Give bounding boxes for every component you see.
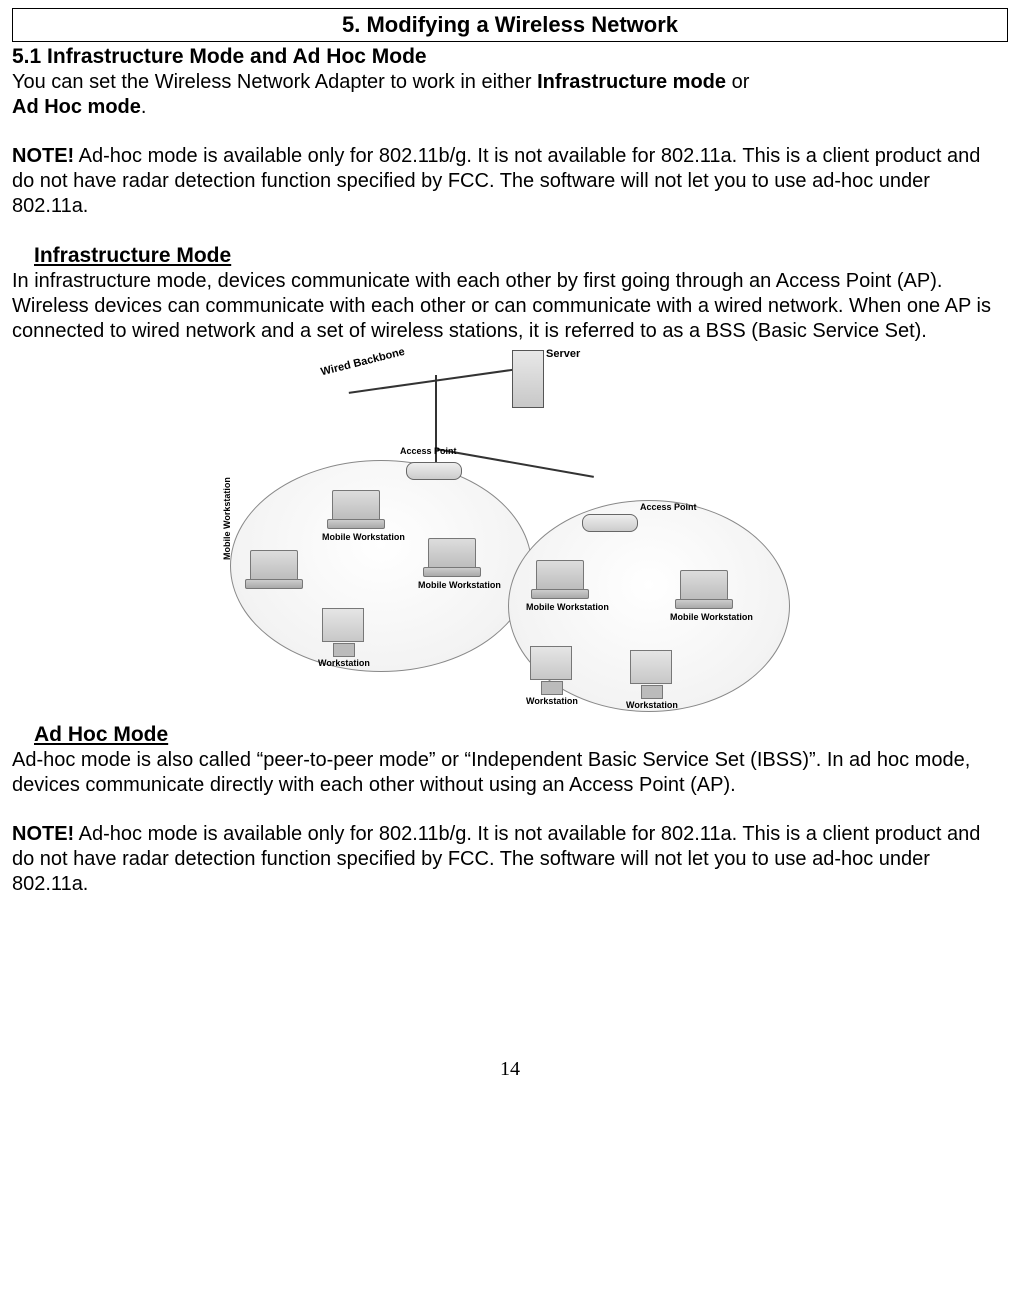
server-node: Server <box>512 350 544 408</box>
adhoc-title-row: Ad Hoc Mode <box>34 722 1008 748</box>
label-ws-1: Workstation <box>318 658 370 669</box>
note-body-2: Ad-hoc mode is available only for 802.11… <box>12 823 980 895</box>
mobile-ws-2: Mobile Workstation <box>250 550 298 582</box>
laptop-icon <box>332 490 380 522</box>
desktop-icon <box>530 646 572 680</box>
infra-title-row: Infrastructure Mode <box>34 243 1008 269</box>
intro-bold-adhoc: Ad Hoc mode <box>12 96 141 118</box>
label-mobile-ws-2: Mobile Workstation <box>222 477 233 560</box>
infrastructure-mode-title: Infrastructure Mode <box>34 244 231 267</box>
ws-2: Workstation <box>530 646 572 680</box>
mobile-ws-3: Mobile Workstation <box>428 538 476 570</box>
laptop-icon <box>250 550 298 582</box>
section-5-1-heading: 5.1 Infrastructure Mode and Ad Hoc Mode <box>12 44 1008 70</box>
note-paragraph-1: NOTE! Ad-hoc mode is available only for … <box>12 144 1008 219</box>
intro-text-c: or <box>726 71 749 93</box>
label-server: Server <box>546 348 580 362</box>
note-body-1: Ad-hoc mode is available only for 802.11… <box>12 145 980 217</box>
label-mobile-ws-3: Mobile Workstation <box>418 580 501 591</box>
mobile-ws-1: Mobile Workstation <box>332 490 380 522</box>
infrastructure-diagram: Wired Backbone Server Access Point Mobil… <box>230 350 790 720</box>
page-number: 14 <box>12 1057 1008 1082</box>
laptop-icon <box>680 570 728 602</box>
ws-1: Workstation <box>322 608 364 642</box>
label-mobile-ws-4: Mobile Workstation <box>526 602 609 613</box>
chapter-title-box: 5. Modifying a Wireless Network <box>12 8 1008 42</box>
chapter-title: 5. Modifying a Wireless Network <box>342 12 678 37</box>
ad-hoc-mode-title: Ad Hoc Mode <box>34 723 168 746</box>
label-ws-3: Workstation <box>626 700 678 711</box>
intro-paragraph: You can set the Wireless Network Adapter… <box>12 70 1008 120</box>
note-label-2: NOTE! <box>12 823 74 845</box>
note-label-1: NOTE! <box>12 145 74 167</box>
laptop-icon <box>428 538 476 570</box>
mobile-ws-5: Mobile Workstation <box>680 570 728 602</box>
laptop-icon <box>536 560 584 592</box>
ws-3: Workstation <box>630 650 672 684</box>
desktop-icon <box>630 650 672 684</box>
ap-right-icon <box>582 514 638 532</box>
intro-text-a: You can set the Wireless Network Adapter… <box>12 71 537 93</box>
label-ws-2: Workstation <box>526 696 578 707</box>
label-mobile-ws-5: Mobile Workstation <box>670 612 753 623</box>
note-paragraph-2: NOTE! Ad-hoc mode is available only for … <box>12 822 1008 897</box>
infra-body: In infrastructure mode, devices communic… <box>12 269 1008 344</box>
intro-text-e: . <box>141 96 147 118</box>
label-ap-right: Access Point <box>640 502 697 513</box>
intro-bold-infra: Infrastructure mode <box>537 71 726 93</box>
mobile-ws-4: Mobile Workstation <box>536 560 584 592</box>
adhoc-body: Ad-hoc mode is also called “peer-to-peer… <box>12 748 1008 798</box>
server-icon <box>512 350 544 408</box>
ap-left-icon <box>406 462 462 480</box>
label-mobile-ws-1: Mobile Workstation <box>322 532 405 543</box>
desktop-icon <box>322 608 364 642</box>
label-wired-backbone: Wired Backbone <box>320 346 407 380</box>
label-ap-left: Access Point <box>400 446 457 457</box>
